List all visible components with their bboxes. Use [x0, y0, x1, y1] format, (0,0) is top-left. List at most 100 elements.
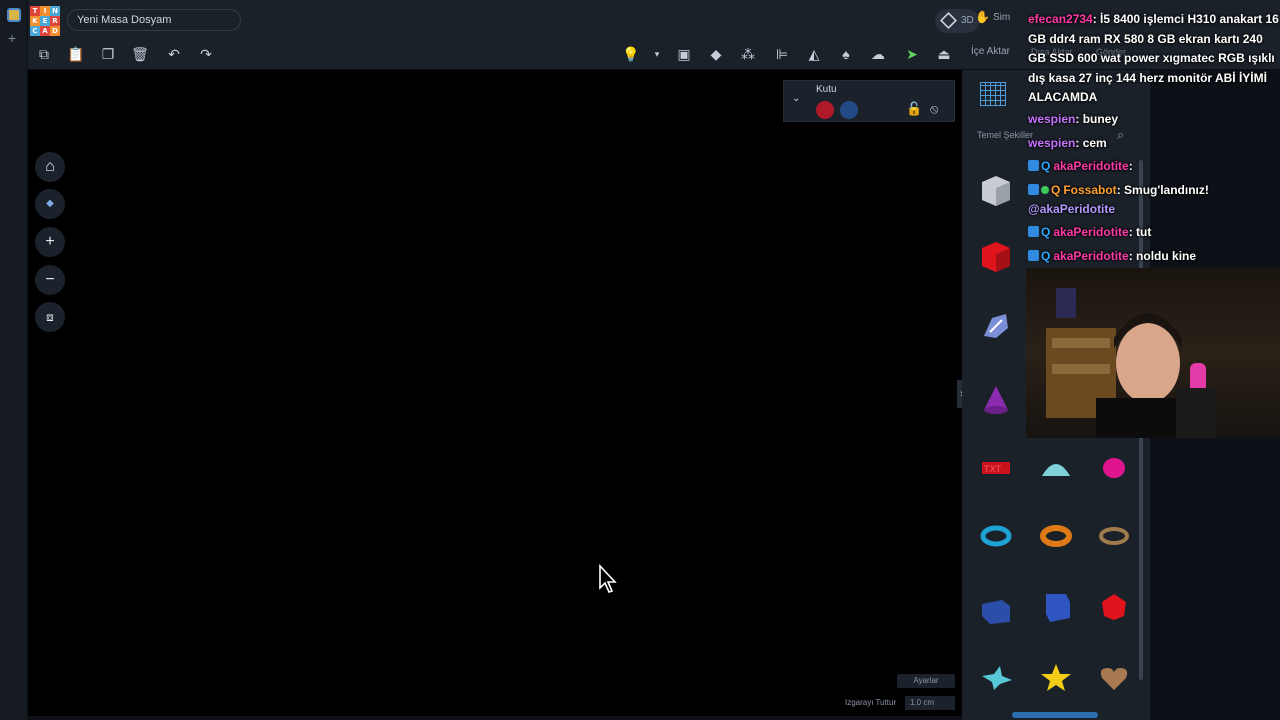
chat-message: wespien: cem — [1028, 134, 1280, 154]
hide-bulb-icon[interactable]: ⦸ — [930, 101, 938, 117]
chat-username: wespien — [1028, 112, 1076, 126]
sim-label: Sim — [993, 12, 1011, 23]
tinkercad-window: + T I N K E R C A D Yeni Masa Dosyam 3D … — [0, 0, 1280, 720]
heart-shape-icon[interactable] — [1096, 660, 1132, 696]
striped-box-shape-icon[interactable] — [978, 172, 1014, 208]
zoom-out-icon[interactable]: − — [35, 265, 65, 295]
star-gold-shape-icon[interactable] — [1038, 660, 1074, 696]
shapes-icon[interactable]: ⁂ — [738, 44, 758, 64]
cube-icon — [940, 12, 957, 29]
mod-badge-icon — [1028, 160, 1039, 171]
inspector-title: Kutu — [816, 84, 837, 95]
box-shape-icon[interactable] — [978, 238, 1014, 274]
hole-color-swatch[interactable] — [840, 101, 858, 119]
snap-grid-select[interactable]: 1.0 cm — [905, 696, 955, 710]
sphere-shape-icon[interactable] — [1096, 450, 1132, 486]
notes-icon[interactable]: ☁ — [868, 44, 888, 64]
chat-username: akaPeridotite — [1053, 249, 1129, 263]
duplicate-icon[interactable]: ❐ — [98, 44, 118, 64]
mouse-cursor-icon — [599, 564, 617, 593]
hexagon-prism-shape-icon[interactable] — [1038, 588, 1074, 624]
export-icon[interactable]: ⏏ — [934, 44, 954, 64]
solid-color-swatch[interactable] — [816, 101, 834, 119]
torus-shape-icon[interactable] — [978, 518, 1014, 554]
wedge-shape-icon[interactable] — [978, 592, 1014, 628]
chat-text: : Smug'landınız! — [1116, 183, 1209, 197]
ungroup-icon[interactable]: ◆ — [706, 44, 726, 64]
home-view-icon[interactable]: ⌂ — [35, 152, 65, 182]
scribble-shape-icon[interactable] — [978, 308, 1014, 344]
logo-letter: I — [40, 6, 50, 16]
q-badge-icon: Q — [1041, 159, 1051, 173]
settings-button[interactable]: Ayarlar — [897, 674, 955, 688]
workplane-grid-icon[interactable] — [980, 82, 1006, 106]
app-tab-icon[interactable] — [7, 8, 21, 22]
chat-message: Q Fossabot: Smug'landınız! — [1028, 181, 1280, 201]
chat-message: QakaPeridotite: noldu kine — [1028, 247, 1280, 267]
chat-text: : noldu kine — [1128, 249, 1197, 263]
chat-text: : — [1128, 159, 1133, 173]
logo-letter: N — [50, 6, 60, 16]
align-icon[interactable]: ⊫ — [772, 44, 792, 64]
fit-view-icon[interactable]: ◆ — [35, 189, 65, 219]
chat-message: wespien: buney — [1028, 110, 1280, 130]
cone-shape-icon[interactable] — [978, 382, 1014, 418]
q-badge-icon: Q — [1041, 249, 1051, 263]
hand-icon: ✋ — [975, 10, 990, 24]
cruise-icon[interactable]: ♠ — [836, 44, 856, 64]
undo-icon[interactable]: ↶ — [164, 44, 184, 64]
webcam-feed — [1026, 268, 1280, 438]
view-3d-label: 3D — [961, 15, 974, 26]
tinkercad-logo[interactable]: T I N K E R C A D — [30, 6, 60, 36]
chat-username: akaPeridotite — [1053, 159, 1129, 173]
chevron-down-icon[interactable]: ⌄ — [792, 93, 800, 104]
group-icon[interactable]: ▣ — [674, 44, 694, 64]
chat-username: Fossabot — [1063, 183, 1117, 197]
tube-shape-icon[interactable] — [1038, 518, 1074, 554]
library-bottom-scroll[interactable] — [1012, 712, 1098, 718]
logo-letter: R — [50, 16, 60, 26]
chat-username: wespien — [1028, 136, 1076, 150]
mirror-icon[interactable]: ◭ — [804, 44, 824, 64]
logo-letter: D — [50, 26, 60, 36]
zoom-in-icon[interactable]: + — [35, 227, 65, 257]
polyhedron-shape-icon[interactable] — [1096, 588, 1132, 624]
send-green-icon[interactable]: ➤ — [902, 44, 922, 64]
view-3d-toggle[interactable]: 3D — [935, 9, 979, 33]
mod-badge-icon — [1028, 184, 1039, 195]
snap-grid-label: Izgarayı Tuttur — [845, 698, 897, 707]
redo-icon[interactable]: ↷ — [196, 44, 216, 64]
delete-icon[interactable]: 🗑 — [130, 44, 150, 64]
half-sphere-shape-icon[interactable] — [1038, 450, 1074, 486]
logo-letter: A — [40, 26, 50, 36]
stream-chat-overlay: efecan2734: İ5 8400 işlemci H310 anakart… — [1022, 0, 1280, 268]
logo-letter: T — [30, 6, 40, 16]
text-shape-icon[interactable]: TXT — [978, 450, 1014, 486]
new-tab-icon[interactable]: + — [8, 30, 16, 46]
chat-message: QakaPeridotite: tut — [1028, 223, 1280, 243]
workplane-canvas[interactable]: ⌂ ◆ + − ⧈ Ayarlar Izgarayı Tuttur 1.0 cm — [28, 70, 962, 716]
ring-shape-icon[interactable] — [1096, 518, 1132, 554]
chevron-down-icon[interactable]: ▾ — [647, 44, 667, 64]
logo-letter: C — [30, 26, 40, 36]
logo-letter: K — [30, 16, 40, 26]
paste-icon[interactable]: 📋 — [66, 44, 86, 64]
webcam-image — [1046, 288, 1216, 438]
simulation-button[interactable]: ✋ Sim — [975, 10, 1011, 24]
mod-badge-icon — [1028, 226, 1039, 237]
star-shape-icon[interactable] — [978, 660, 1014, 696]
logo-letter: E — [40, 16, 50, 26]
chat-message: QakaPeridotite: — [1028, 157, 1280, 177]
document-name-field[interactable]: Yeni Masa Dosyam — [67, 9, 241, 31]
import-button[interactable]: İçe Aktar — [971, 46, 1010, 57]
copy-icon[interactable]: ⧉ — [34, 44, 54, 64]
chat-message: efecan2734: İ5 8400 işlemci H310 anakart… — [1028, 10, 1280, 108]
verified-badge-icon — [1041, 186, 1049, 194]
unlock-icon[interactable]: 🔓 — [906, 101, 922, 117]
browser-side-strip: + — [0, 0, 28, 720]
chat-username: akaPeridotite — [1053, 225, 1129, 239]
chat-text: : cem — [1075, 136, 1107, 150]
light-bulb-icon[interactable]: 💡 — [621, 44, 641, 64]
chat-text: : tut — [1128, 225, 1152, 239]
ortho-view-icon[interactable]: ⧈ — [35, 302, 65, 332]
